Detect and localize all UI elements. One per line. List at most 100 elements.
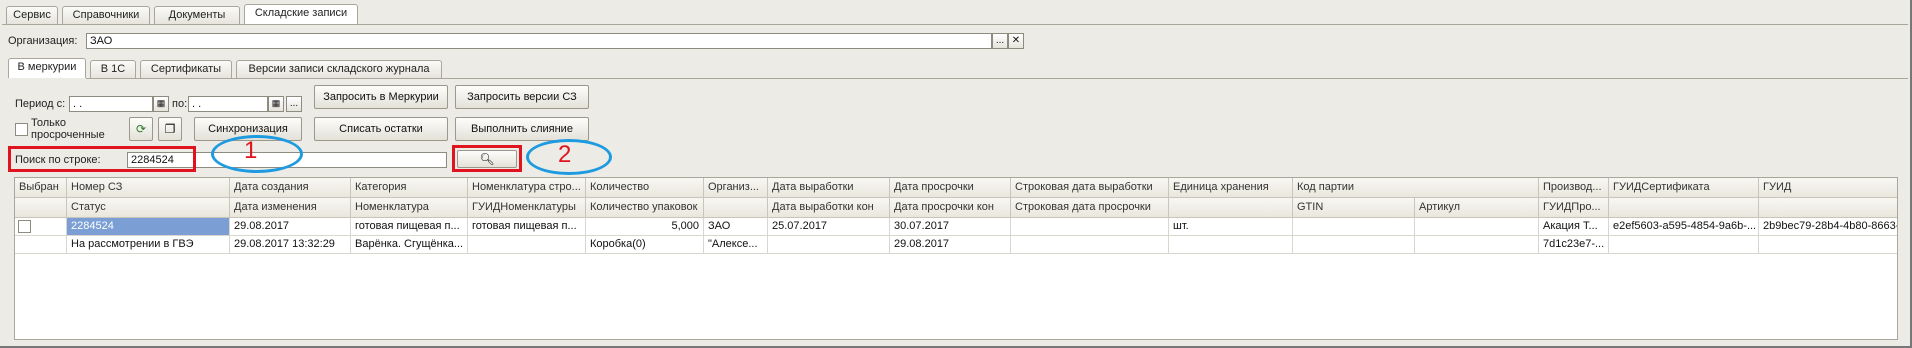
request-mercury-button[interactable]: Запросить в Меркурии xyxy=(314,85,448,109)
column-header-subrow: ГУИДПро... xyxy=(1539,198,1609,218)
table-cell[interactable] xyxy=(1415,218,1539,236)
annotation-label-1: 1 xyxy=(244,137,258,164)
table-cell[interactable]: 7d1c23e7-... xyxy=(1539,236,1609,254)
only-expired-label-line1: Только xyxy=(31,117,66,129)
table-cell[interactable] xyxy=(1415,236,1539,254)
annotation-label-2: 2 xyxy=(558,141,572,168)
table-cell[interactable]: готовая пищевая п... xyxy=(351,218,468,236)
table-cell[interactable]: 29.08.2017 xyxy=(890,236,1011,254)
column-header-subrow xyxy=(15,198,67,218)
merge-button[interactable]: Выполнить слияние xyxy=(455,117,589,141)
organization-label: Организация: xyxy=(8,35,78,47)
column-header-subrow: Дата изменения xyxy=(230,198,351,218)
table-cell[interactable]: Акация Т... xyxy=(1539,218,1609,236)
column-header: Категория xyxy=(351,178,468,198)
column-header-subrow: GTIN xyxy=(1293,198,1415,218)
row-select-checkbox[interactable] xyxy=(18,220,31,233)
organization-clear-button[interactable]: ✕ xyxy=(1008,33,1024,49)
table-cell[interactable]: ЗАО xyxy=(704,218,768,236)
column-header: Единица хранения xyxy=(1169,178,1293,198)
table-cell[interactable] xyxy=(468,236,586,254)
tab-in-1c[interactable]: В 1С xyxy=(90,60,136,78)
column-header-subrow xyxy=(704,198,768,218)
column-header-subrow: Дата выработки кон xyxy=(768,198,890,218)
table-cell[interactable]: Варёнка. Сгущёнка... xyxy=(351,236,468,254)
table-cell[interactable] xyxy=(1293,218,1415,236)
column-header: Код партии xyxy=(1293,178,1539,198)
tab-certificates[interactable]: Сертификаты xyxy=(140,60,232,78)
write-off-button[interactable]: Списать остатки xyxy=(314,117,448,141)
table-cell[interactable]: шт. xyxy=(1169,218,1293,236)
refresh-icon[interactable]: ⟳ xyxy=(129,117,153,141)
table-cell[interactable]: Коробка(0) xyxy=(586,236,704,254)
table-cell[interactable] xyxy=(1759,236,1897,254)
table-cell[interactable]: 29.08.2017 xyxy=(230,218,351,236)
table-cell[interactable]: e2ef5603-a595-4854-9a6b-... xyxy=(1609,218,1759,236)
column-header-subrow: Строковая дата просрочки xyxy=(1011,198,1169,218)
organization-field[interactable]: ЗАО xyxy=(86,33,992,49)
tabs-divider xyxy=(2,24,1908,25)
calendar-icon[interactable]: ▦ xyxy=(153,96,169,112)
only-expired-label: Только просроченные xyxy=(31,117,105,141)
subtabs-divider xyxy=(86,78,1908,79)
tab-service[interactable]: Сервис xyxy=(6,6,58,24)
tab-references[interactable]: Справочники xyxy=(62,6,150,24)
table-cell[interactable] xyxy=(1293,236,1415,254)
tab-documents[interactable]: Документы xyxy=(154,6,240,24)
table-cell[interactable] xyxy=(1169,236,1293,254)
table-cell[interactable]: На рассмотрении в ГВЭ xyxy=(67,236,230,254)
tab-in-mercury[interactable]: В меркурии xyxy=(8,58,86,78)
table-cell[interactable] xyxy=(1609,236,1759,254)
period-select-button[interactable]: ... xyxy=(286,96,302,112)
table-cell[interactable]: "Алексе... xyxy=(704,236,768,254)
column-header: Дата выработки xyxy=(768,178,890,198)
column-header: Дата просрочки xyxy=(890,178,1011,198)
column-header-subrow: Количество упаковок xyxy=(586,198,704,218)
column-header: ГУИДСертификата xyxy=(1609,178,1759,198)
column-header-subrow xyxy=(1759,198,1897,218)
table-cell[interactable] xyxy=(15,218,67,236)
table-cell[interactable] xyxy=(1011,236,1169,254)
table-cell[interactable] xyxy=(15,236,67,254)
period-to-field[interactable]: . . xyxy=(188,96,268,112)
organization-select-button[interactable]: ... xyxy=(992,33,1008,49)
period-to-label: по: xyxy=(172,98,188,110)
column-header: ГУИД xyxy=(1759,178,1897,198)
column-header: Выбран xyxy=(15,178,67,198)
copy-icon[interactable]: ❐ xyxy=(158,117,182,141)
app-window: Сервис Справочники Документы Складские з… xyxy=(0,0,1912,348)
table-cell[interactable]: 5,000 xyxy=(586,218,704,236)
column-header-subrow xyxy=(1609,198,1759,218)
table-cell[interactable]: готовая пищевая п... xyxy=(468,218,586,236)
table-cell[interactable]: 25.07.2017 xyxy=(768,218,890,236)
only-expired-checkbox[interactable] xyxy=(15,123,28,136)
period-from-field[interactable]: . . xyxy=(69,96,153,112)
column-header-subrow: Артикул xyxy=(1415,198,1539,218)
table-cell[interactable]: 2284524 xyxy=(67,218,230,236)
records-table[interactable]: Выбран Номер СЗ Статус 2284524 На рассмотрен… xyxy=(14,177,1898,340)
column-header-subrow: Дата просрочки кон xyxy=(890,198,1011,218)
column-header: Строковая дата выработки xyxy=(1011,178,1169,198)
column-header-subrow: Номенклатура xyxy=(351,198,468,218)
column-header: Производ... xyxy=(1539,178,1609,198)
column-header: Номер СЗ xyxy=(67,178,230,198)
annotation-box-1 xyxy=(8,146,196,172)
column-header-subrow: ГУИДНоменклатуры xyxy=(468,198,586,218)
only-expired-label-line2: просроченные xyxy=(31,129,105,141)
annotation-box-2 xyxy=(452,145,522,172)
table-cell[interactable] xyxy=(1011,218,1169,236)
period-from-label: Период с: xyxy=(15,98,66,110)
table-cell[interactable] xyxy=(768,236,890,254)
request-versions-button[interactable]: Запросить версии СЗ xyxy=(455,85,589,109)
table-cell[interactable]: 29.08.2017 13:32:29 xyxy=(230,236,351,254)
column-header: Номенклатура стро... xyxy=(468,178,586,198)
tab-warehouse-records[interactable]: Складские записи xyxy=(244,4,358,24)
column-header: Организ... xyxy=(704,178,768,198)
column-header-subrow: Статус xyxy=(67,198,230,218)
table-cell[interactable]: 30.07.2017 xyxy=(890,218,1011,236)
calendar-icon[interactable]: ▦ xyxy=(268,96,284,112)
table-cell[interactable]: 2b9bec79-28b4-4b80-8663-... xyxy=(1759,218,1897,236)
tab-journal-versions[interactable]: Версии записи складского журнала xyxy=(236,60,442,78)
column-header: Количество xyxy=(586,178,704,198)
column-header-subrow xyxy=(1169,198,1293,218)
